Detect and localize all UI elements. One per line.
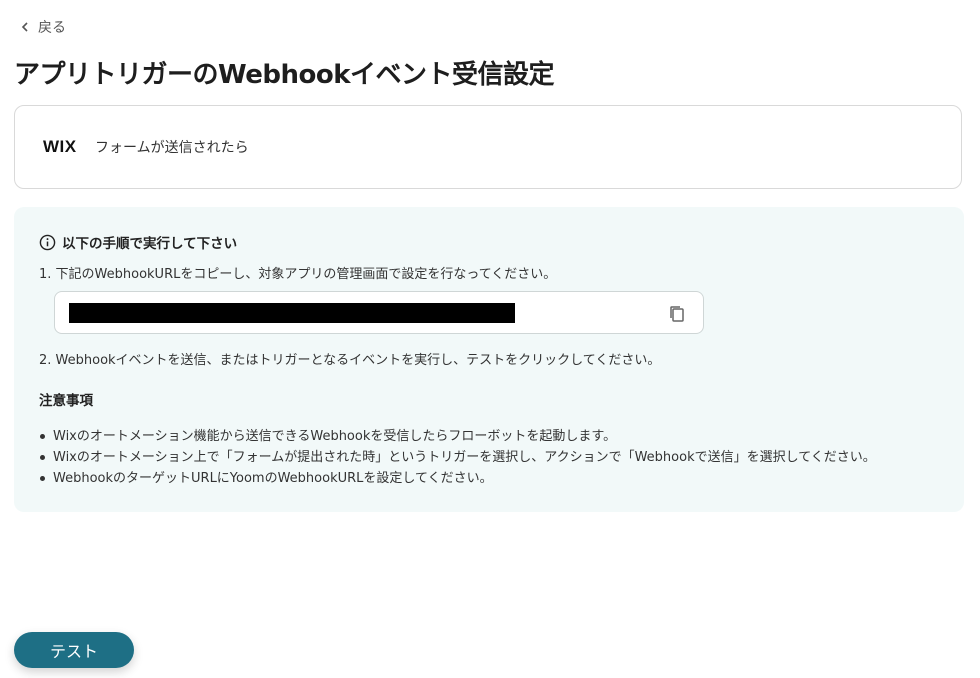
instructions-heading-text: 以下の手順で実行して下さい (62, 236, 238, 252)
back-link[interactable]: 戻る (20, 17, 66, 37)
step-2-text: 2. Webhookイベントを送信、またはトリガーとなるイベントを実行し、テスト… (39, 353, 661, 368)
back-label: 戻る (38, 20, 66, 36)
chevron-left-icon (21, 22, 28, 32)
webhook-url-field[interactable] (54, 291, 704, 334)
info-icon (39, 234, 56, 250)
list-item: Wixのオートメーション上で「フォームが提出された時」というトリガーを選択し、ア… (40, 447, 876, 468)
notes-list: Wixのオートメーション機能から送信できるWebhookを受信したらフローボット… (39, 426, 876, 489)
app-trigger-card: WIX フォームが送信されたら (14, 105, 962, 189)
wix-logo: WIX (43, 137, 77, 156)
webhook-url-redacted (69, 303, 515, 323)
test-button[interactable]: テスト (14, 632, 134, 668)
step-1-text: 1. 下記のWebhookURLをコピーし、対象アプリの管理画面で設定を行なって… (39, 267, 557, 282)
trigger-label: フォームが送信されたら (95, 140, 249, 156)
notes-title: 注意事項 (39, 393, 93, 409)
page-title: アプリトリガーのWebhookイベント受信設定 (14, 60, 555, 90)
instructions-panel: 以下の手順で実行して下さい 1. 下記のWebhookURLをコピーし、対象アプ… (14, 207, 964, 512)
copy-icon[interactable] (667, 304, 687, 324)
instructions-heading: 以下の手順で実行して下さい (39, 232, 237, 252)
list-item: WebhookのターゲットURLにYoomのWebhookURLを設定してくださ… (40, 468, 876, 489)
list-item: Wixのオートメーション機能から送信できるWebhookを受信したらフローボット… (40, 426, 876, 447)
